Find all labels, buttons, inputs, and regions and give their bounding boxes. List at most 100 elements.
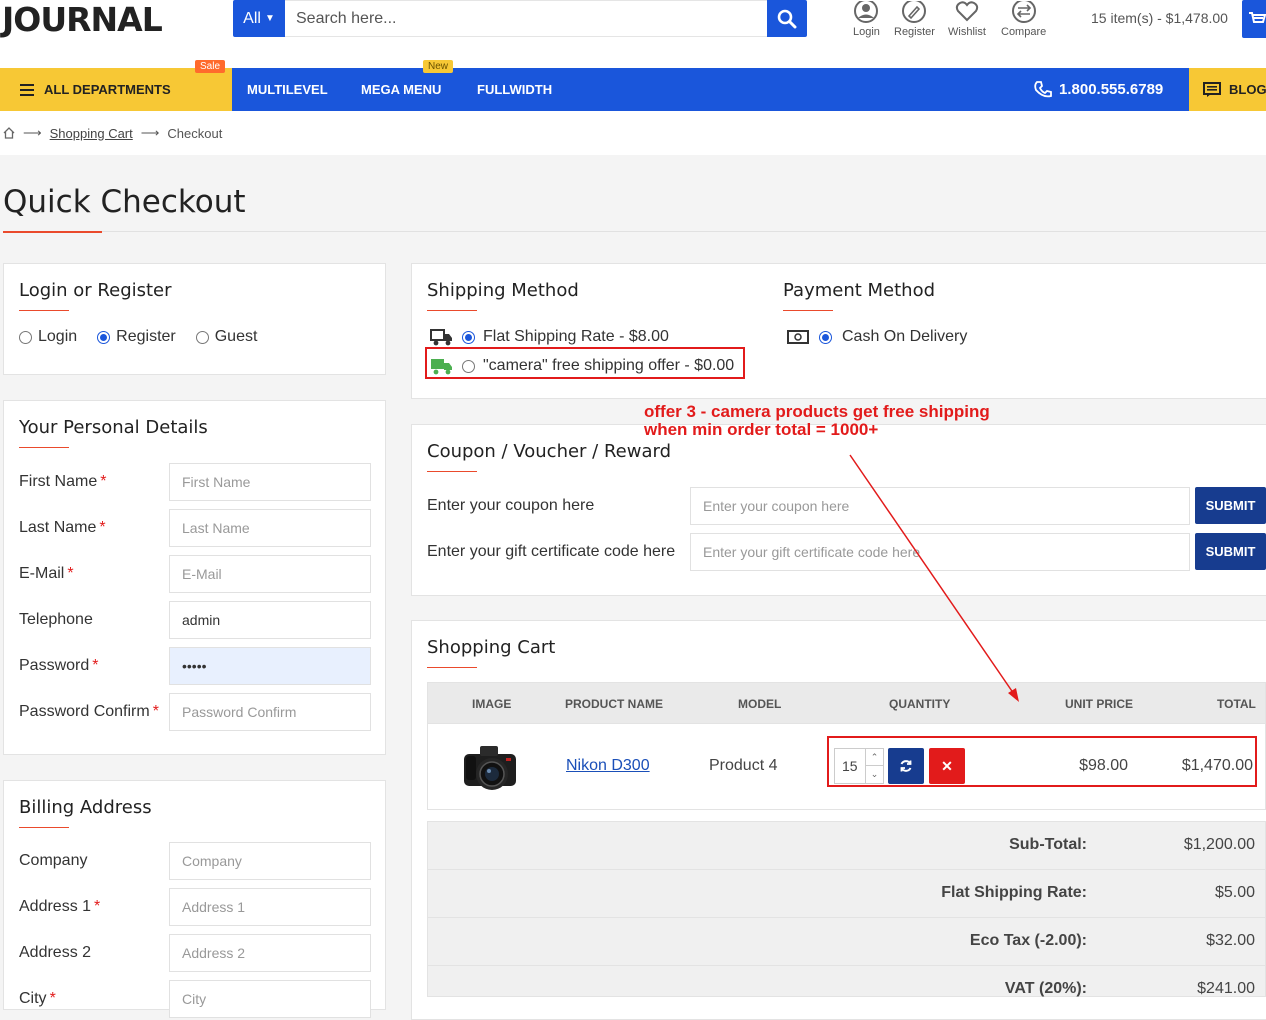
coupon-label: Enter your coupon here bbox=[427, 497, 595, 514]
annotation-arrow bbox=[849, 454, 1019, 702]
cart-totals: Sub-Total: $1,200.00 Flat Shipping Rate:… bbox=[427, 821, 1266, 997]
product-name-link[interactable]: Nikon D300 bbox=[566, 757, 650, 775]
password-confirm-field[interactable] bbox=[169, 693, 371, 731]
logo[interactable]: JOURNAL bbox=[2, 0, 163, 39]
search-input[interactable] bbox=[285, 0, 768, 37]
cart-summary[interactable]: 15 item(s) - $1,478.00 bbox=[1091, 10, 1228, 26]
radio-button-selected[interactable] bbox=[462, 330, 475, 344]
city-field[interactable] bbox=[169, 980, 371, 1018]
register-radio[interactable]: Register bbox=[97, 328, 176, 346]
pencil-icon bbox=[901, 0, 927, 26]
coupon-panel: Coupon / Voucher / Reward Enter your cou… bbox=[411, 424, 1266, 596]
col-unit-price: UNIT PRICE bbox=[1065, 697, 1134, 711]
login-radio[interactable]: Login bbox=[19, 328, 77, 346]
guest-radio[interactable]: Guest bbox=[195, 328, 257, 346]
radio-button-selected[interactable] bbox=[819, 330, 832, 344]
product-image[interactable] bbox=[458, 736, 522, 796]
breadcrumb-shopping-cart[interactable]: Shopping Cart bbox=[50, 126, 133, 141]
last-name-field[interactable] bbox=[169, 509, 371, 547]
subtotal-row: Sub-Total: $1,200.00 bbox=[428, 822, 1266, 870]
breadcrumb: ⟶ Shopping Cart ⟶ Checkout bbox=[3, 125, 222, 141]
password-field[interactable] bbox=[169, 647, 371, 685]
nav-blog[interactable]: BLOG bbox=[1189, 68, 1266, 111]
nav-fullwidth[interactable]: FULLWIDTH bbox=[477, 68, 552, 111]
menu-icon bbox=[20, 83, 34, 96]
register-radio-label: Register bbox=[116, 328, 176, 345]
breadcrumb-arrow-icon: ⟶ bbox=[140, 125, 160, 140]
blog-label: BLOG bbox=[1229, 82, 1266, 97]
col-image: IMAGE bbox=[472, 697, 512, 711]
cart-icon bbox=[1249, 12, 1266, 23]
cash-on-delivery-option[interactable]: Cash On Delivery bbox=[787, 328, 967, 346]
first-name-label: First Name * bbox=[19, 473, 107, 490]
gift-certificate-label: Enter your gift certificate code here bbox=[427, 543, 676, 560]
vat-label: VAT (20%): bbox=[1004, 980, 1087, 997]
cart-button[interactable] bbox=[1242, 0, 1266, 38]
subtotal-value: $1,200.00 bbox=[1183, 836, 1255, 853]
panel-underline bbox=[19, 827, 69, 828]
title-divider bbox=[102, 231, 1266, 232]
wishlist-label: Wishlist bbox=[948, 26, 986, 38]
cash-on-delivery-label: Cash On Delivery bbox=[842, 328, 968, 345]
panel-underline bbox=[427, 310, 477, 311]
shipping-label: Flat Shipping Rate: bbox=[941, 884, 1087, 901]
shipping-method-title: Shipping Method bbox=[427, 280, 579, 301]
login-label: Login bbox=[853, 26, 880, 38]
radio-button-selected[interactable] bbox=[97, 330, 111, 344]
all-departments-menu[interactable]: ALL DEPARTMENTS bbox=[0, 68, 232, 111]
shipping-value: $5.00 bbox=[1214, 884, 1255, 901]
telephone-label: Telephone bbox=[19, 611, 93, 628]
search-button[interactable] bbox=[767, 0, 807, 37]
coupon-submit-button[interactable]: SUBMIT bbox=[1195, 487, 1266, 524]
panel-underline bbox=[19, 310, 69, 311]
address1-label: Address 1 * bbox=[19, 898, 101, 915]
first-name-field[interactable] bbox=[169, 463, 371, 501]
camera-image bbox=[464, 746, 516, 790]
address2-label: Address 2 bbox=[19, 944, 92, 961]
flat-shipping-option[interactable]: Flat Shipping Rate - $8.00 bbox=[430, 328, 669, 346]
shopping-cart-title: Shopping Cart bbox=[427, 637, 556, 658]
phone-link[interactable]: 1.800.555.6789 bbox=[1033, 68, 1163, 111]
annotation-highlight-box bbox=[425, 347, 745, 379]
home-icon[interactable] bbox=[3, 127, 15, 139]
payment-method-title: Payment Method bbox=[783, 280, 936, 301]
annotation-line-2: when min order total = 1000+ bbox=[644, 420, 879, 439]
city-label: City * bbox=[19, 990, 56, 1007]
annotation-note: offer 3 - camera products get free shipp… bbox=[644, 403, 990, 439]
gift-certificate-submit-button[interactable]: SUBMIT bbox=[1195, 533, 1266, 570]
address1-field[interactable] bbox=[169, 888, 371, 926]
flat-shipping-label: Flat Shipping Rate - $8.00 bbox=[483, 328, 669, 345]
search-category-dropdown[interactable]: All ▼ bbox=[233, 0, 285, 37]
heart-icon bbox=[954, 0, 980, 26]
email-field[interactable] bbox=[169, 555, 371, 593]
cash-icon bbox=[787, 330, 809, 344]
nav-mega-menu[interactable]: MEGA MENU bbox=[361, 68, 441, 111]
email-label: E-Mail * bbox=[19, 565, 74, 582]
telephone-field[interactable] bbox=[169, 601, 371, 639]
subtotal-label: Sub-Total: bbox=[1009, 836, 1087, 853]
col-product-name: PRODUCT NAME bbox=[565, 697, 663, 711]
password-confirm-label: Password Confirm * bbox=[19, 703, 159, 720]
login-link[interactable]: Login bbox=[853, 0, 880, 38]
radio-button[interactable] bbox=[195, 330, 209, 344]
search-icon bbox=[777, 9, 797, 28]
login-register-panel: Login or Register Login Register Guest bbox=[3, 263, 386, 375]
radio-button[interactable] bbox=[19, 330, 32, 344]
billing-address-panel: Billing Address Company Address 1* Addre… bbox=[3, 780, 386, 1018]
main-nav: ALL DEPARTMENTS Sale MULTILEVEL MEGA MEN… bbox=[0, 60, 1266, 111]
personal-details-panel: Your Personal Details First Name* Last N… bbox=[3, 400, 386, 755]
compare-link[interactable]: Compare bbox=[1001, 0, 1046, 38]
nav-multilevel[interactable]: MULTILEVEL bbox=[247, 68, 328, 111]
wishlist-link[interactable]: Wishlist bbox=[948, 0, 986, 38]
panel-underline bbox=[427, 471, 477, 472]
register-link[interactable]: Register bbox=[894, 0, 935, 38]
panel-underline bbox=[427, 667, 477, 668]
sale-badge: Sale bbox=[195, 60, 226, 73]
address2-field[interactable] bbox=[169, 934, 371, 972]
phone-number: 1.800.555.6789 bbox=[1059, 81, 1164, 98]
company-field[interactable] bbox=[169, 842, 371, 880]
annotation-line-1: offer 3 - camera products get free shipp… bbox=[644, 402, 990, 421]
all-departments-label: ALL DEPARTMENTS bbox=[44, 82, 171, 97]
blog-icon bbox=[1203, 81, 1221, 97]
breadcrumb-bar: ⟶ Shopping Cart ⟶ Checkout bbox=[0, 111, 1266, 155]
